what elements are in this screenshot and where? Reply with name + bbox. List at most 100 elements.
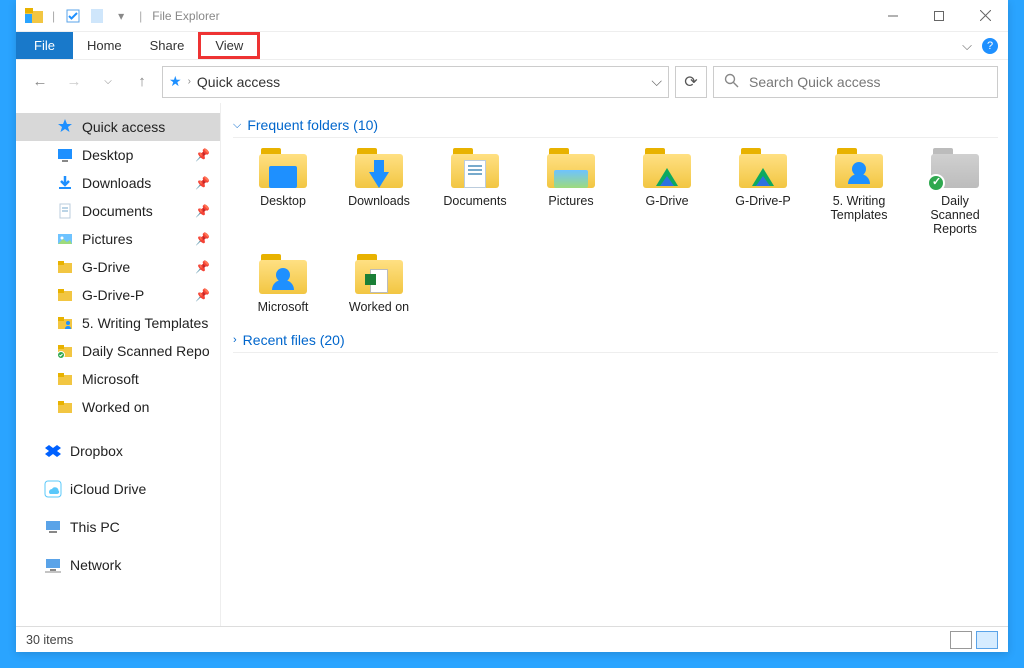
- qa-props-icon[interactable]: [85, 5, 109, 27]
- sidebar-root-dropbox[interactable]: Dropbox: [16, 437, 220, 465]
- window-title: File Explorer: [152, 9, 219, 23]
- folder-icon: [257, 252, 309, 296]
- sidebar-item-label: Documents: [82, 203, 153, 219]
- breadcrumb[interactable]: Quick access: [197, 74, 280, 90]
- ribbon-collapse-icon[interactable]: ⌵: [962, 38, 972, 54]
- folder-tile-microsoft[interactable]: Microsoft: [243, 252, 323, 314]
- tile-label: G-Drive-P: [735, 194, 791, 208]
- pin-icon: 📌: [195, 176, 210, 190]
- search-placeholder: Search Quick access: [749, 74, 881, 90]
- sidebar-item-g-drive-p[interactable]: G-Drive-P📌: [16, 281, 220, 309]
- folder-icon: [353, 146, 405, 190]
- tab-home[interactable]: Home: [73, 32, 136, 59]
- pc-icon: [44, 518, 62, 536]
- tab-share[interactable]: Share: [136, 32, 199, 59]
- dropbox-icon: [44, 442, 62, 460]
- pin-icon: 📌: [195, 204, 210, 218]
- sidebar-item-label: Worked on: [82, 399, 149, 415]
- pin-icon: 📌: [195, 232, 210, 246]
- pin-icon: 📌: [195, 288, 210, 302]
- minimize-button[interactable]: [870, 0, 916, 32]
- forward-button[interactable]: →: [60, 68, 88, 96]
- folder-tile-documents[interactable]: Documents: [435, 146, 515, 236]
- group-header-recent[interactable]: › Recent files (20): [233, 328, 998, 353]
- picture-icon: [56, 230, 74, 248]
- desktop-icon: [56, 146, 74, 164]
- folder-icon: [641, 146, 693, 190]
- folder-icon: [449, 146, 501, 190]
- folder-icon: [56, 398, 74, 416]
- ribbon-tabs: File Home Share View ⌵ ?: [16, 32, 1008, 60]
- tile-label: Documents: [443, 194, 506, 208]
- sidebar-item-label: Desktop: [82, 147, 133, 163]
- qa-dropdown-icon[interactable]: ▾: [109, 5, 133, 27]
- back-button[interactable]: ←: [26, 68, 54, 96]
- folder-tile-worked-on[interactable]: Worked on: [339, 252, 419, 314]
- folder-icon: [833, 146, 885, 190]
- star-icon: [56, 118, 74, 136]
- search-input[interactable]: Search Quick access: [713, 66, 998, 98]
- sidebar-item-label: Pictures: [82, 231, 133, 247]
- tab-file[interactable]: File: [16, 32, 73, 59]
- qa-check-icon[interactable]: [61, 5, 85, 27]
- document-icon: [56, 202, 74, 220]
- sidebar-item-g-drive[interactable]: G-Drive📌: [16, 253, 220, 281]
- sidebar-item-worked-on[interactable]: Worked on: [16, 393, 220, 421]
- chevron-down-icon: ⌵: [233, 119, 241, 132]
- statusbar: 30 items: [16, 626, 1008, 652]
- chevron-down-icon[interactable]: ⌵: [651, 73, 662, 90]
- search-icon: [724, 73, 739, 91]
- sidebar-root-network[interactable]: Network: [16, 551, 220, 579]
- download-icon: [56, 174, 74, 192]
- sidebar-item-label: Dropbox: [70, 443, 123, 459]
- sidebar-item-pictures[interactable]: Pictures 📌: [16, 225, 220, 253]
- sidebar-item-daily-scanned-repo[interactable]: Daily Scanned Repo: [16, 337, 220, 365]
- sidebar-item-label: iCloud Drive: [70, 481, 146, 497]
- tiles-view-button[interactable]: [976, 631, 998, 649]
- sidebar-item-label: This PC: [70, 519, 120, 535]
- folder-icon: [257, 146, 309, 190]
- folder-tile-g-drive-p[interactable]: G-Drive-P: [723, 146, 803, 236]
- sidebar-item-documents[interactable]: Documents 📌: [16, 197, 220, 225]
- pin-icon: 📌: [195, 148, 210, 162]
- sidebar-item-downloads[interactable]: Downloads📌: [16, 169, 220, 197]
- star-icon: ★: [169, 73, 182, 90]
- folder-icon: [737, 146, 789, 190]
- folder-icon: [56, 286, 74, 304]
- sidebar-root-icloud-drive[interactable]: iCloud Drive: [16, 475, 220, 503]
- address-bar[interactable]: ★ › Quick access ⌵: [162, 66, 669, 98]
- folder-icon: [545, 146, 597, 190]
- folder-person-icon: [56, 314, 74, 332]
- tab-view[interactable]: View: [198, 32, 260, 59]
- help-button[interactable]: ?: [982, 38, 998, 54]
- status-count: 30 items: [26, 633, 73, 647]
- folder-tile-downloads[interactable]: Downloads: [339, 146, 419, 236]
- maximize-button[interactable]: [916, 0, 962, 32]
- folder-icon: [56, 258, 74, 276]
- folder-check-icon: [56, 342, 74, 360]
- folder-tile-pictures[interactable]: Pictures: [531, 146, 611, 236]
- tile-label: G-Drive: [645, 194, 688, 208]
- icloud-icon: [44, 480, 62, 498]
- folder-tile-desktop[interactable]: Desktop: [243, 146, 323, 236]
- sidebar-item-5-writing-templates[interactable]: 5. Writing Templates: [16, 309, 220, 337]
- folder-icon: [929, 146, 981, 190]
- pin-icon: 📌: [195, 260, 210, 274]
- sidebar-item-microsoft[interactable]: Microsoft: [16, 365, 220, 393]
- sidebar-root-this-pc[interactable]: This PC: [16, 513, 220, 541]
- sidebar-item-quick-access[interactable]: Quick access: [16, 113, 220, 141]
- folder-tile-daily-scanned-reports[interactable]: Daily Scanned Reports: [915, 146, 995, 236]
- details-view-button[interactable]: [950, 631, 972, 649]
- up-button[interactable]: ↑: [128, 68, 156, 96]
- close-button[interactable]: [962, 0, 1008, 32]
- sidebar: Quick accessDesktop📌Downloads📌Documents📌…: [16, 103, 221, 626]
- tile-label: Downloads: [348, 194, 410, 208]
- body: Quick accessDesktop📌Downloads📌Documents📌…: [16, 103, 1008, 626]
- network-icon: [44, 556, 62, 574]
- folder-tile-g-drive[interactable]: G-Drive: [627, 146, 707, 236]
- group-header-frequent[interactable]: ⌵ Frequent folders (10): [233, 113, 998, 138]
- refresh-button[interactable]: ⟳: [675, 66, 707, 98]
- recent-dropdown[interactable]: ⌵: [94, 68, 122, 96]
- folder-tile-5-writing-templates[interactable]: 5. Writing Templates: [819, 146, 899, 236]
- sidebar-item-desktop[interactable]: Desktop 📌: [16, 141, 220, 169]
